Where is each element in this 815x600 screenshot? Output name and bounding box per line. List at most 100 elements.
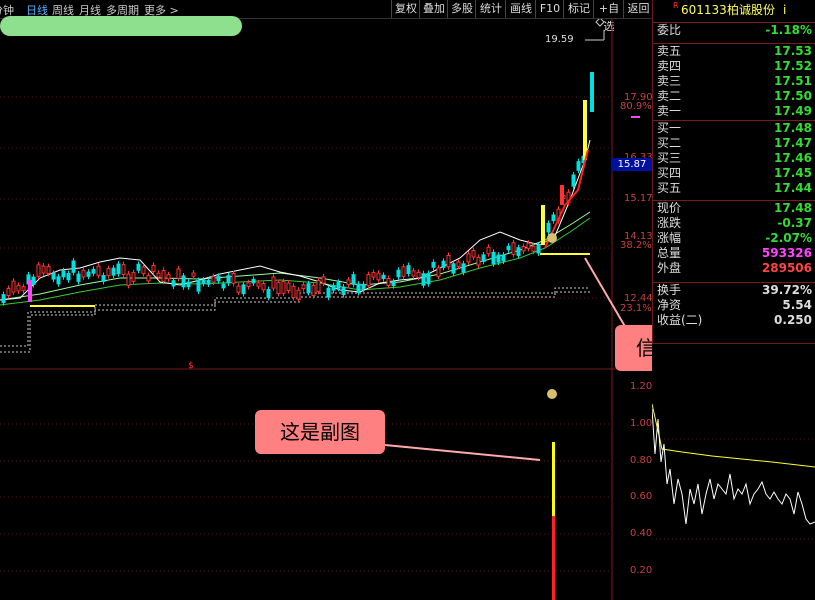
candle-body: [261, 282, 266, 291]
sub-bar-red: [552, 516, 555, 600]
quote-row-label: 收益(二): [657, 313, 703, 327]
quote-row: 收益(二) 0.250: [653, 313, 815, 328]
candle-body: [146, 275, 151, 282]
sub-ylabel-1: 1.20: [630, 381, 653, 392]
svg-text:$: $: [188, 361, 194, 371]
candle-body: [271, 276, 276, 289]
stock-chart-window: 分钟 日线 周线 月线 多周期 更多 > 复权 叠加 多股 统计 画线 F10 …: [0, 0, 815, 600]
f10-button[interactable]: F10: [535, 0, 564, 18]
candle-body: [296, 289, 301, 300]
draw-line-button[interactable]: 画线: [505, 0, 536, 18]
candle-body: [331, 285, 336, 291]
quote-row-value: 593326: [761, 246, 812, 260]
candle-body: [446, 254, 451, 268]
candle-body: [356, 283, 361, 294]
candle-body: [291, 285, 296, 299]
quote-row: 涨跌 -0.37: [653, 216, 815, 231]
candle-body: [506, 245, 511, 251]
candle-body: [311, 285, 316, 297]
candle-body: [241, 284, 246, 295]
kline-chart[interactable]: $: [0, 19, 652, 600]
candle-body: [206, 279, 211, 285]
quote-row-label: 卖二: [657, 89, 682, 103]
quote-row-value: 17.48: [774, 201, 812, 215]
candle-body: [256, 282, 261, 287]
candle-body: [346, 279, 351, 286]
candle-body: [576, 161, 581, 171]
quote-row-value: 17.52: [774, 59, 812, 73]
candle-body: [476, 256, 481, 266]
quote-row-value: 17.51: [774, 74, 812, 88]
candle-body: [171, 280, 176, 287]
candle-body: [181, 275, 186, 288]
quote-row: 卖四 17.52: [653, 59, 815, 74]
candle-body: [456, 261, 461, 267]
candle-body: [551, 214, 556, 222]
quote-row: 净资 5.54: [653, 298, 815, 313]
quote-row-value: -2.07%: [765, 231, 812, 245]
statistics-button[interactable]: 统计: [475, 0, 506, 18]
candle-body: [481, 254, 486, 262]
overlay-button[interactable]: 叠加: [419, 0, 448, 18]
candle-body: [466, 253, 471, 263]
candle-body: [316, 279, 321, 292]
candle-body: [326, 287, 331, 298]
sub-ylabel-3: 0.80: [630, 455, 653, 466]
sub-bar-yellow: [552, 442, 555, 516]
candle-body: [131, 272, 136, 282]
candle-body: [56, 276, 61, 285]
candle-body: [126, 273, 131, 286]
current-price-label: 15.87: [612, 158, 652, 171]
quote-row-label: 外盘: [657, 261, 682, 275]
stock-code: 601133: [681, 3, 727, 17]
candle-body-highlight: [28, 280, 32, 302]
candle-body: [111, 267, 116, 276]
candle-body: [361, 283, 366, 290]
quote-row: 买一 17.48: [653, 121, 815, 136]
quote-row-value: 17.53: [774, 44, 812, 58]
quote-row: 买三 17.46: [653, 151, 815, 166]
candle-body: [101, 274, 106, 282]
candle-body-highlight: [583, 100, 587, 160]
candle-body: [416, 271, 421, 278]
candle-body: [91, 268, 96, 274]
candle-body: [306, 283, 311, 294]
candle-body: [161, 270, 166, 282]
pct-label-3: 23.1%: [620, 303, 652, 314]
sub-ylabel-4: 0.60: [630, 491, 653, 502]
price-label-3: 15.17: [624, 193, 653, 204]
restore-rights-button[interactable]: 复权: [391, 0, 420, 18]
pct-label-2: 38.2%: [620, 240, 652, 251]
quote-row-value: -0.37: [777, 216, 812, 230]
candle-body: [76, 273, 81, 282]
candle-body: [166, 274, 171, 280]
candle-body-highlight: [590, 72, 594, 112]
candle-body: [321, 276, 326, 284]
candle-body-highlight: [541, 205, 545, 245]
candle-body: [176, 268, 181, 279]
candle-body: [521, 245, 526, 252]
quote-row-label: 买二: [657, 136, 682, 150]
callout-pointer-sub: [384, 444, 541, 461]
pct-label-1: 80.9%: [620, 101, 652, 112]
support-line-lower: [0, 291, 590, 353]
add-watchlist-button[interactable]: +自选: [593, 0, 624, 33]
quote-row-label: 买四: [657, 166, 682, 180]
candle-body: [156, 272, 161, 278]
candle-body: [96, 265, 101, 276]
candle-body: [486, 246, 491, 255]
candle-body: [531, 245, 536, 252]
quote-row-label: 买五: [657, 181, 682, 195]
candle-body: [51, 273, 56, 280]
back-button[interactable]: 返回: [623, 0, 653, 18]
multi-stock-button[interactable]: 多股: [447, 0, 476, 18]
quote-row: 委比 -1.18%: [653, 23, 815, 38]
quote-row: 外盘 289506: [653, 261, 815, 276]
quote-row: 总量 593326: [653, 246, 815, 261]
mark-button[interactable]: 标记: [563, 0, 594, 18]
candle-body: [46, 266, 51, 274]
candle-body: [236, 285, 241, 293]
candle-body: [71, 260, 76, 273]
candle-body: [406, 265, 411, 274]
candle-body: [121, 264, 126, 276]
